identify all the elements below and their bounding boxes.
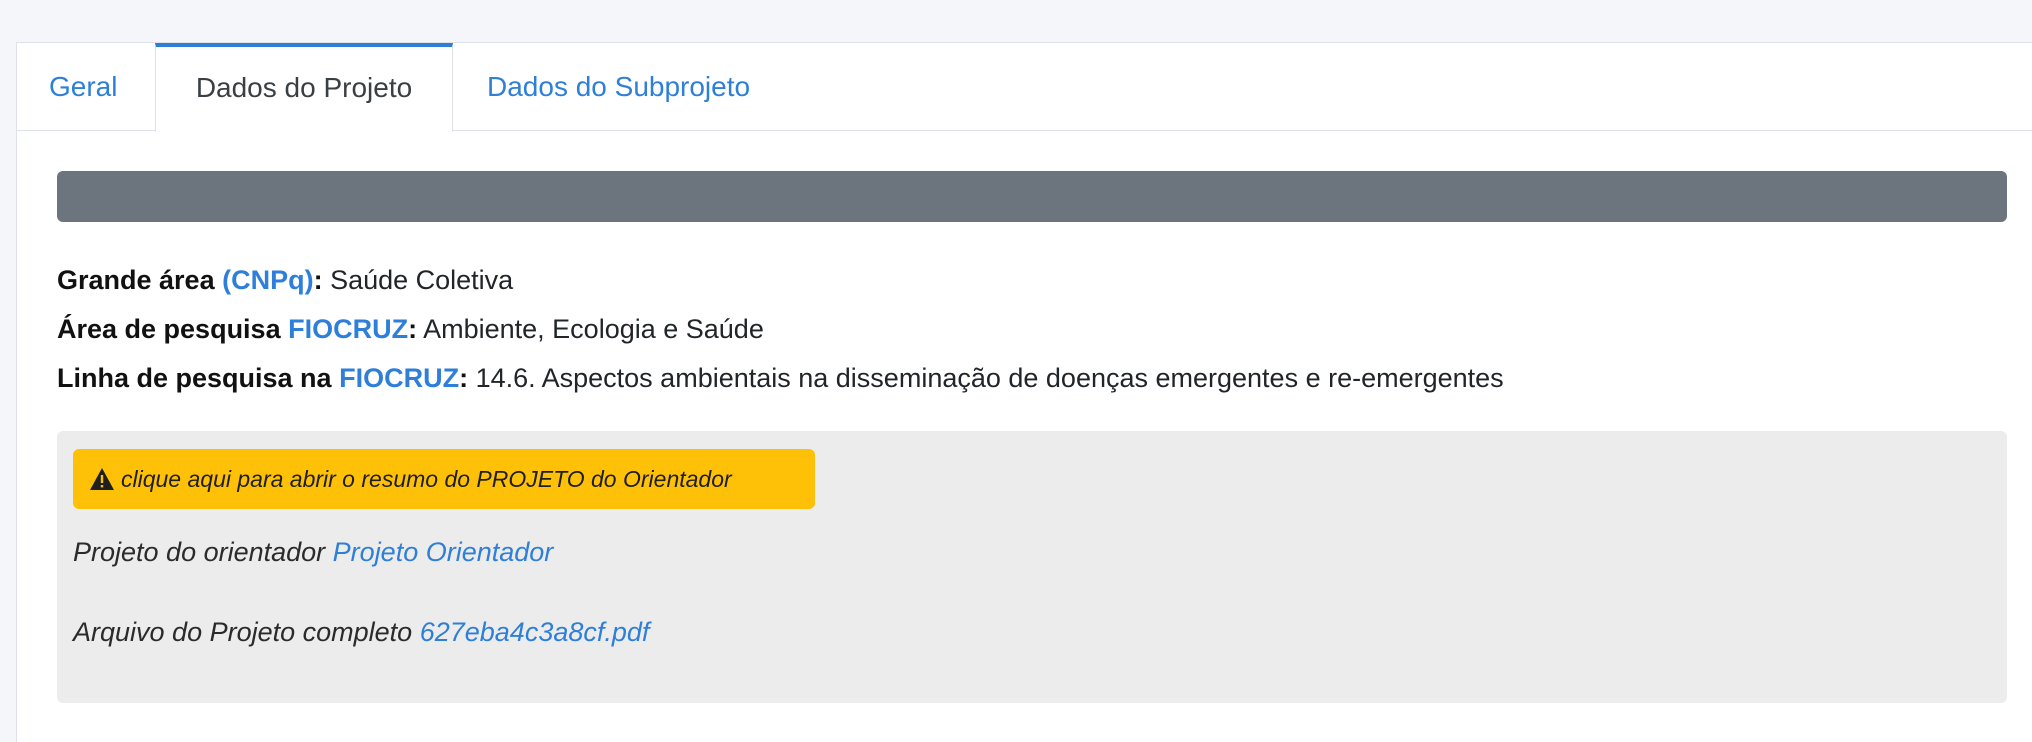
- projeto-orientador-label: Projeto do orientador: [73, 537, 333, 567]
- fiocruz-highlight: FIOCRUZ: [339, 363, 460, 393]
- fiocruz-highlight: FIOCRUZ: [288, 314, 409, 344]
- warning-icon: [90, 468, 114, 490]
- tab-bar: Geral Dados do Projeto Dados do Subproje…: [17, 43, 2032, 132]
- linha-pesquisa-value: 14.6. Aspectos ambientais na disseminaçã…: [468, 363, 1504, 393]
- area-pesquisa-line: Área de pesquisa FIOCRUZ: Ambiente, Ecol…: [57, 314, 764, 345]
- tab-dados-do-subprojeto[interactable]: Dados do Subprojeto: [487, 43, 750, 131]
- arquivo-projeto-link[interactable]: 627eba4c3a8cf.pdf: [420, 617, 650, 647]
- grande-area-line: Grande área (CNPq): Saúde Coletiva: [57, 265, 513, 296]
- tab-geral[interactable]: Geral: [49, 43, 117, 131]
- arquivo-projeto-label: Arquivo do Projeto completo: [73, 617, 420, 647]
- projeto-orientador-link[interactable]: Projeto Orientador: [333, 537, 554, 567]
- orientador-project-panel: clique aqui para abrir o resumo do PROJE…: [57, 431, 2007, 703]
- open-summary-button[interactable]: clique aqui para abrir o resumo do PROJE…: [73, 449, 815, 509]
- projeto-orientador-line: Projeto do orientador Projeto Orientador: [73, 537, 553, 568]
- section-header-bar: [57, 171, 2007, 222]
- cnpq-highlight: (CNPq): [222, 265, 314, 295]
- tab-dados-do-projeto[interactable]: Dados do Projeto: [155, 43, 453, 132]
- area-pesquisa-value: Ambiente, Ecologia e Saúde: [417, 314, 764, 344]
- grande-area-label: Grande área (CNPq):: [57, 265, 323, 295]
- area-pesquisa-label: Área de pesquisa FIOCRUZ:: [57, 314, 418, 344]
- project-card: Geral Dados do Projeto Dados do Subproje…: [16, 42, 2032, 742]
- grande-area-value: Saúde Coletiva: [322, 265, 514, 295]
- linha-pesquisa-label: Linha de pesquisa na FIOCRUZ:: [57, 363, 469, 393]
- arquivo-projeto-line: Arquivo do Projeto completo 627eba4c3a8c…: [73, 617, 649, 648]
- open-summary-label: clique aqui para abrir o resumo do PROJE…: [121, 465, 732, 492]
- linha-pesquisa-line: Linha de pesquisa na FIOCRUZ: 14.6. Aspe…: [57, 363, 1504, 394]
